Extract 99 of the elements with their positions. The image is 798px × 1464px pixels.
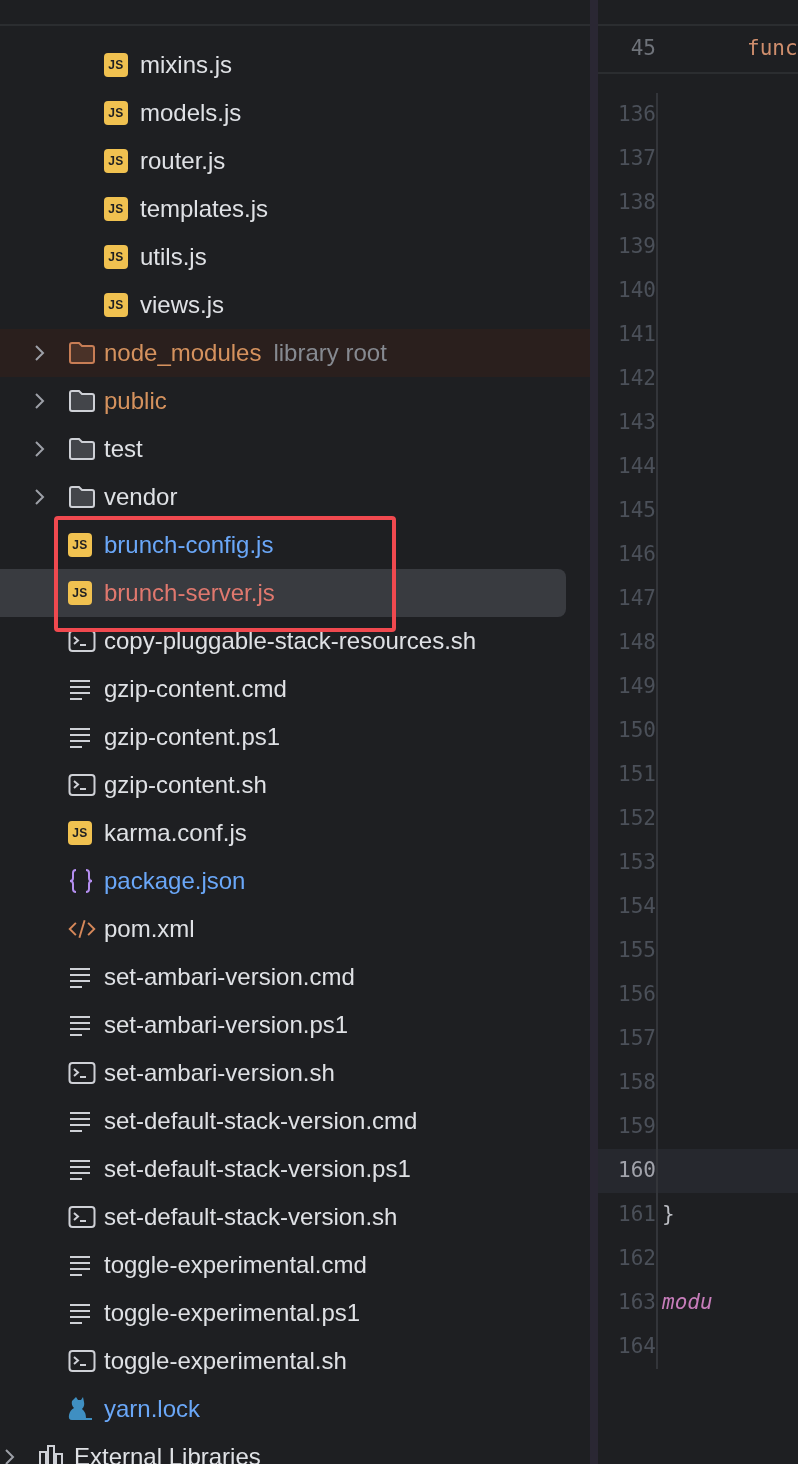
folder-icon: [68, 437, 96, 461]
tree-row[interactable]: set-default-stack-version.ps1: [0, 1145, 590, 1193]
js-file-icon: JS: [104, 293, 128, 317]
text-file-icon: [68, 726, 92, 748]
tree-row[interactable]: set-ambari-version.cmd: [0, 953, 590, 1001]
file-name: toggle-experimental.cmd: [104, 1250, 367, 1280]
file-name: toggle-experimental.sh: [104, 1346, 347, 1376]
js-file-icon: JS: [68, 821, 92, 845]
tree-row[interactable]: JS models.js: [0, 89, 590, 137]
tree-row[interactable]: JS views.js: [0, 281, 590, 329]
tree-row[interactable]: toggle-experimental.sh: [0, 1337, 590, 1385]
tree-row[interactable]: JS templates.js: [0, 185, 590, 233]
terminal-icon: [68, 1205, 96, 1229]
file-name: gzip-content.cmd: [104, 674, 287, 704]
folder-name: vendor: [104, 482, 178, 512]
folder-name: public: [104, 386, 167, 416]
js-file-icon: JS: [104, 197, 128, 221]
file-name: yarn.lock: [104, 1394, 201, 1424]
tree-row[interactable]: set-default-stack-version.sh: [0, 1193, 590, 1241]
text-file-icon: [68, 1158, 92, 1180]
terminal-icon: [68, 629, 96, 653]
text-file-icon: [68, 1302, 92, 1324]
js-file-icon: JS: [104, 53, 128, 77]
file-name: pom.xml: [104, 914, 195, 944]
tree-row[interactable]: toggle-experimental.ps1: [0, 1289, 590, 1337]
chevron-icon[interactable]: [4, 1447, 16, 1464]
file-name: brunch-config.js: [104, 530, 274, 560]
code-text: }: [662, 1201, 675, 1229]
code-text: func: [747, 35, 798, 63]
file-name: toggle-experimental.ps1: [104, 1298, 361, 1328]
js-file-icon: JS: [104, 101, 128, 125]
file-name: utils.js: [140, 242, 207, 272]
file-name: router.js: [140, 146, 226, 176]
tree-row[interactable]: JS mixins.js: [0, 41, 590, 89]
tree-row[interactable]: JS router.js: [0, 137, 590, 185]
file-name: set-ambari-version.ps1: [104, 1010, 349, 1040]
tree-row[interactable]: pom.xml: [0, 905, 590, 953]
file-name: templates.js: [140, 194, 269, 224]
tree-row[interactable]: JS utils.js: [0, 233, 590, 281]
tree-row[interactable]: set-ambari-version.sh: [0, 1049, 590, 1097]
file-name: karma.conf.js: [104, 818, 247, 848]
folder-name: node_modules: [104, 338, 262, 368]
terminal-icon: [68, 1061, 96, 1085]
file-name: set-ambari-version.cmd: [104, 962, 355, 992]
file-name: brunch-server.js: [104, 578, 275, 608]
file-name: copy-pluggable-stack-resources.sh: [104, 626, 477, 656]
tree-row[interactable]: vendor: [0, 473, 590, 521]
folder-icon: [68, 485, 96, 509]
text-file-icon: [68, 966, 92, 988]
tree-row[interactable]: package.json: [0, 857, 590, 905]
folder-hint: library root: [273, 338, 387, 368]
tree-row[interactable]: test: [0, 425, 590, 473]
js-file-icon: JS: [68, 533, 92, 557]
text-file-icon: [68, 1254, 92, 1276]
chevron-icon[interactable]: [34, 439, 46, 459]
js-file-icon: JS: [104, 245, 128, 269]
folder-icon: [68, 341, 96, 365]
line-number: 160: [617, 1157, 656, 1185]
tree-row[interactable]: gzip-content.cmd: [0, 665, 590, 713]
braces-icon: [68, 868, 94, 894]
tree-row[interactable]: gzip-content.sh: [0, 761, 590, 809]
js-file-icon: JS: [68, 581, 92, 605]
folder-name: test: [104, 434, 143, 464]
code-text: modu: [662, 1289, 713, 1317]
tree-row[interactable]: public: [0, 377, 590, 425]
file-name: mixins.js: [140, 50, 232, 80]
line-number: 45: [629, 35, 656, 63]
folder-icon: [68, 389, 96, 413]
file-name: set-ambari-version.sh: [104, 1058, 335, 1088]
tree-row[interactable]: toggle-experimental.cmd: [0, 1241, 590, 1289]
file-name: views.js: [140, 290, 224, 320]
code-tag-icon: [68, 917, 96, 941]
file-name: set-default-stack-version.sh: [104, 1202, 398, 1232]
cat-icon: [68, 1395, 94, 1423]
tree-row[interactable]: JS brunch-config.js: [0, 521, 590, 569]
tree-row[interactable]: gzip-content.ps1: [0, 713, 590, 761]
file-name: gzip-content.sh: [104, 770, 267, 800]
text-file-icon: [68, 678, 92, 700]
tree-row[interactable]: set-ambari-version.ps1: [0, 1001, 590, 1049]
tree-row[interactable]: JS brunch-server.js: [0, 569, 566, 617]
tree-row[interactable]: yarn.lock: [0, 1385, 590, 1433]
library-icon: [38, 1444, 66, 1464]
js-file-icon: JS: [104, 149, 128, 173]
tree-row[interactable]: set-default-stack-version.cmd: [0, 1097, 590, 1145]
text-file-icon: [68, 1014, 92, 1036]
chevron-icon[interactable]: [34, 343, 46, 363]
file-name: models.js: [140, 98, 242, 128]
tree-row[interactable]: node_modules library root: [0, 329, 590, 377]
file-name: set-default-stack-version.ps1: [104, 1154, 411, 1184]
text-file-icon: [68, 1110, 92, 1132]
tree-row[interactable]: copy-pluggable-stack-resources.sh: [0, 617, 590, 665]
file-name: gzip-content.ps1: [104, 722, 281, 752]
terminal-icon: [68, 1349, 96, 1373]
chevron-icon[interactable]: [34, 391, 46, 411]
file-name: set-default-stack-version.cmd: [104, 1106, 418, 1136]
file-name: package.json: [104, 866, 246, 896]
chevron-icon[interactable]: [34, 487, 46, 507]
tree-row[interactable]: JS karma.conf.js: [0, 809, 590, 857]
terminal-icon: [68, 773, 96, 797]
